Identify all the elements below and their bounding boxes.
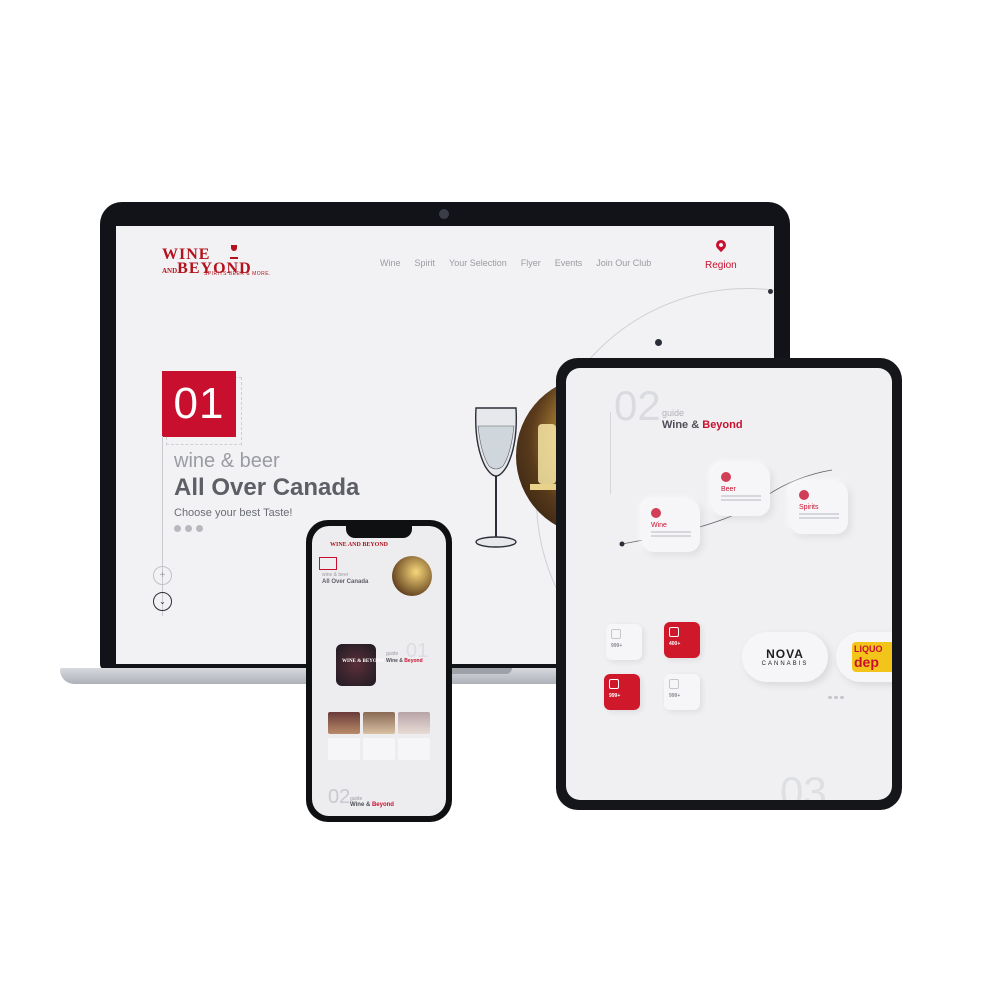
- hero-tagline: Choose your best Taste!: [174, 507, 293, 519]
- event-photo[interactable]: [328, 712, 360, 734]
- region-selector[interactable]: Region: [705, 260, 737, 271]
- category-label: Spirits: [799, 504, 819, 511]
- phone-section-title: Wine & Beyond: [386, 658, 423, 664]
- event-caption: [328, 738, 360, 760]
- next-section-number: 03: [780, 768, 827, 800]
- category-card-spirits[interactable]: Spirits: [790, 482, 848, 534]
- brand-subname: dep: [854, 654, 879, 670]
- wine-glass-logo-icon: [230, 245, 238, 259]
- tablet-screen: 02 guide Wine & Beyond Wine Beer Spirits…: [566, 368, 892, 800]
- category-description: [799, 513, 839, 515]
- spirits-icon: [799, 490, 809, 500]
- section-number: 02: [614, 382, 661, 429]
- nav-item-wine[interactable]: Wine: [380, 258, 401, 268]
- phone-hero-photo: [392, 556, 432, 596]
- category-card-wine[interactable]: Wine: [642, 500, 700, 552]
- phone-screen: WINE AND BEYOND wine & beer All Over Can…: [312, 526, 446, 816]
- hero-subtitle: wine & beer: [174, 450, 280, 472]
- instagram-icon[interactable]: [185, 525, 192, 532]
- nav-item-your-selection[interactable]: Your Selection: [449, 258, 507, 268]
- stat-card: 999+: [664, 674, 700, 710]
- carousel-dot[interactable]: [834, 696, 838, 699]
- brand-card-nova-cannabis[interactable]: NOVA CANNABIS: [742, 632, 828, 682]
- hero-section-number: 01: [162, 371, 236, 437]
- category-label: Beer: [721, 486, 736, 493]
- main-nav: Wine Spirit Your Selection Flyer Events …: [380, 258, 665, 268]
- wine-glass-illustration: [475, 407, 517, 548]
- stat-icon: [669, 679, 679, 689]
- facebook-icon[interactable]: [174, 525, 181, 532]
- phone-guide-label: guide: [386, 651, 399, 657]
- event-caption: [398, 738, 430, 760]
- scroll-up-button[interactable]: +: [153, 566, 172, 585]
- hero-divider-line: [162, 436, 163, 616]
- category-label: Wine: [651, 522, 667, 529]
- carousel-dot[interactable]: [840, 696, 844, 699]
- title-prefix: Wine &: [350, 802, 372, 808]
- stat-value: 999+: [609, 693, 621, 699]
- title-prefix: Wine &: [662, 419, 703, 431]
- stat-value: 400+: [669, 641, 681, 647]
- title-accent: Beyond: [404, 658, 423, 664]
- wine-icon: [651, 508, 661, 518]
- brand-card-liquor-depot[interactable]: LIQUO dep: [836, 632, 892, 682]
- title-accent: Beyond: [702, 419, 743, 431]
- brand-name: NOVA: [766, 647, 804, 661]
- stat-icon: [611, 629, 621, 639]
- phone-hero-subtitle: wine & beer: [322, 572, 349, 578]
- stat-card: 400+: [664, 622, 700, 658]
- phone-number-box: [319, 557, 337, 570]
- event-photo[interactable]: [363, 712, 395, 734]
- phone-section-title-2: Wine & Beyond: [350, 802, 394, 808]
- logo-and-text: AND: [162, 267, 178, 275]
- nav-item-events[interactable]: Events: [555, 258, 583, 268]
- stat-card: 999+: [606, 624, 642, 660]
- stat-card: 999+: [604, 674, 640, 710]
- nav-item-join-our-club[interactable]: Join Our Club: [596, 258, 651, 268]
- laptop-camera: [439, 209, 449, 219]
- orbit-dot: [655, 339, 662, 346]
- twitter-icon[interactable]: [196, 525, 203, 532]
- stat-value: 999+: [611, 643, 623, 649]
- nav-item-flyer[interactable]: Flyer: [521, 258, 541, 268]
- stat-value: 999+: [669, 693, 681, 699]
- orbit-dot: [768, 289, 773, 294]
- category-description: [651, 531, 691, 533]
- phone-hero-title: All Over Canada: [322, 579, 369, 585]
- social-links: [174, 525, 203, 532]
- brand-subname: CANNABIS: [761, 661, 809, 667]
- phone-image-row: [328, 712, 430, 734]
- carousel-dots: [828, 696, 844, 699]
- category-description: [721, 495, 761, 497]
- section-guide-label: guide: [662, 408, 685, 418]
- phone-caption-row: [328, 738, 430, 760]
- stat-icon: [609, 679, 619, 689]
- location-pin-icon[interactable]: [713, 237, 729, 253]
- brand-name: LIQUO: [854, 644, 883, 654]
- category-card-beer[interactable]: Beer: [712, 464, 770, 516]
- event-photo[interactable]: [398, 712, 430, 734]
- phone-section-number-2: 02: [328, 786, 351, 808]
- title-prefix: Wine &: [386, 658, 405, 664]
- phone-logo[interactable]: WINE AND BEYOND: [330, 542, 388, 548]
- phone-promo-card[interactable]: [336, 644, 376, 686]
- section-title: Wine & Beyond: [662, 419, 743, 431]
- hero-title: All Over Canada: [174, 474, 360, 501]
- carousel-dot[interactable]: [828, 696, 832, 699]
- logo-tagline: SPIRITS BEER & MORE.: [204, 271, 271, 277]
- scroll-down-button[interactable]: ⌄: [153, 592, 172, 611]
- promo-card-label: WINE & BEYOND: [342, 659, 384, 664]
- device-mockup-scene: WINE ANDBEYOND SPIRITS BEER & MORE. Wine…: [0, 0, 1000, 1000]
- stat-icon: [669, 627, 679, 637]
- title-accent: Beyond: [371, 802, 394, 808]
- event-caption: [363, 738, 395, 760]
- nav-item-spirit[interactable]: Spirit: [415, 258, 436, 268]
- phone-notch: [346, 526, 412, 538]
- beer-icon: [721, 472, 731, 482]
